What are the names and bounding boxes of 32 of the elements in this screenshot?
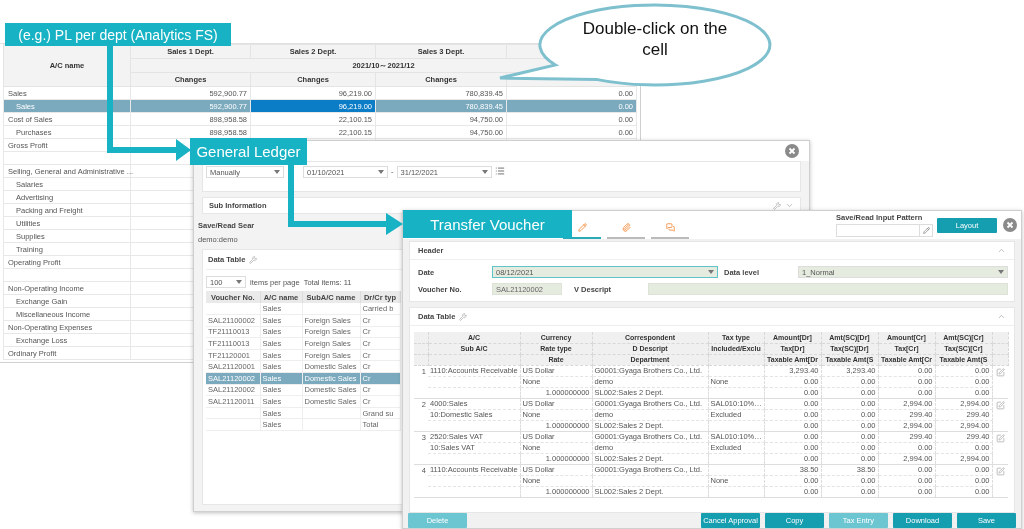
edit-icon[interactable]	[995, 367, 1005, 377]
chevron-down-icon[interactable]	[785, 201, 794, 210]
edit-button[interactable]	[920, 224, 933, 237]
edit-icon[interactable]	[995, 400, 1005, 410]
chevron-up-icon[interactable]	[997, 312, 1006, 321]
pencil-icon	[922, 227, 930, 234]
pencil-icon	[577, 222, 587, 232]
list-icon[interactable]	[494, 166, 505, 176]
wrench-icon[interactable]	[459, 312, 468, 321]
edit-icon[interactable]	[995, 466, 1005, 476]
callout-label: Transfer Voucher	[403, 210, 572, 238]
close-icon	[788, 147, 796, 155]
close-button[interactable]	[1003, 218, 1017, 232]
input-field[interactable]	[648, 283, 1008, 295]
caret-icon	[274, 170, 280, 174]
caret-icon	[378, 170, 384, 174]
callout-label: General Ledger	[190, 138, 307, 165]
chevron-up-icon[interactable]	[997, 246, 1006, 255]
close-icon	[1006, 221, 1014, 229]
paperclip-icon	[621, 222, 631, 232]
caret-icon	[998, 270, 1004, 274]
callout-text: Double-click on the cell	[581, 18, 729, 60]
caret-icon	[236, 280, 242, 284]
caret-icon	[481, 170, 488, 174]
chat-icon	[665, 222, 675, 232]
wrench-icon[interactable]	[249, 255, 258, 264]
wrench-icon[interactable]	[773, 201, 781, 210]
edit-icon[interactable]	[995, 433, 1005, 443]
callout-label: (e.g.) PL per dept (Analytics FS)	[5, 23, 231, 46]
caret-icon	[708, 270, 714, 274]
close-button[interactable]	[785, 144, 799, 158]
input-field[interactable]	[836, 224, 920, 237]
